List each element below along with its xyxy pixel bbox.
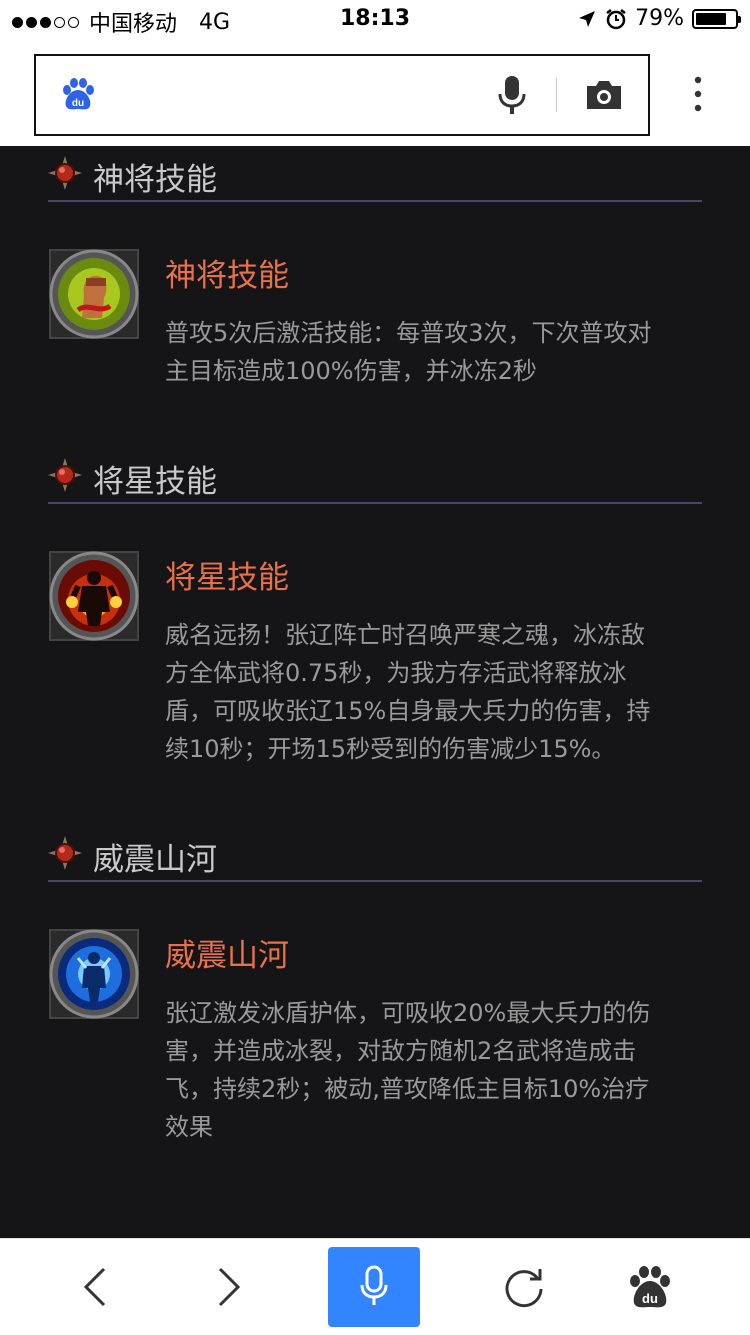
skill-description: 普攻5次后激活技能：每普攻3次，下次普攻对 主目标造成100%伤害，并冰冻2秒 [165, 314, 695, 390]
baidu-home-icon[interactable]: du [626, 1263, 674, 1311]
red-gem-icon [48, 836, 82, 870]
microphone-icon[interactable] [496, 74, 528, 116]
status-bar: 中国移动 4G 18:13 79% [0, 0, 750, 40]
skill-description: 威名远扬！张辽阵亡时召唤严寒之魂，冰冻敌 方全体武将0.75秒，为我方存活武将释… [165, 616, 695, 768]
baidu-logo-text: du [72, 98, 84, 109]
skill-name: 神将技能 [165, 258, 289, 294]
description-line: 续10秒；开场15秒受到的伤害减少15%。 [165, 735, 616, 763]
ice-shield-skill-icon [49, 929, 139, 1019]
more-menu-icon[interactable] [686, 74, 710, 114]
bottom-toolbar: du [0, 1238, 750, 1335]
red-gem-icon [48, 458, 82, 492]
page-content: 神将技能 神将技能 普攻5次后激活技能：每普攻3次，下次普攻对 主目标造成100… [0, 146, 750, 1238]
section-title: 神将技能 [93, 162, 217, 198]
refresh-icon[interactable] [500, 1263, 548, 1311]
battery-percent: 79% [635, 6, 684, 31]
skill-section: 威震山河 威震山河 张辽激发冰盾护体，可吸收20%最大兵力的伤 害，并造成冰裂，… [48, 826, 702, 1141]
description-line: 害，并造成冰裂，对敌方随机2名武将造成击 [165, 1037, 637, 1065]
status-right: 79% [577, 6, 741, 31]
description-line: 主目标造成100%伤害，并冰冻2秒 [165, 357, 537, 385]
section-header: 将星技能 [48, 448, 702, 504]
red-gem-icon [48, 156, 82, 190]
fire-warrior-skill-icon [49, 551, 139, 641]
voice-search-button[interactable] [328, 1247, 420, 1327]
description-line: 普攻5次后激活技能：每普攻3次，下次普攻对 [165, 319, 652, 347]
battery-fill [696, 12, 727, 25]
skill-section: 将星技能 将星技能 威名远扬！张辽阵亡时召唤严寒之魂，冰冻敌 方全体武将0.75… [48, 448, 702, 763]
description-line: 张辽激发冰盾护体，可吸收20%最大兵力的伤 [165, 999, 651, 1027]
section-title: 将星技能 [93, 464, 217, 500]
skill-name: 威震山河 [165, 938, 289, 974]
forward-arrow-icon[interactable] [204, 1263, 252, 1311]
baidu-logo-icon[interactable]: du [60, 76, 96, 112]
alarm-icon [606, 8, 626, 29]
skill-description: 张辽激发冰盾护体，可吸收20%最大兵力的伤 害，并造成冰裂，对敌方随机2名武将造… [165, 994, 695, 1146]
description-line: 盾，可吸收张辽15%自身最大兵力的伤害，持 [165, 697, 651, 725]
description-line: 威名远扬！张辽阵亡时召唤严寒之魂，冰冻敌 [165, 621, 645, 649]
browser-toolbar: du [0, 40, 750, 146]
description-line: 方全体武将0.75秒，为我方存活武将释放冰 [165, 659, 627, 687]
skill-name: 将星技能 [165, 560, 289, 596]
search-box[interactable]: du [34, 54, 650, 136]
microphone-icon [360, 1265, 388, 1305]
section-header: 神将技能 [48, 146, 702, 202]
toolbar-divider [556, 78, 557, 112]
section-header: 威震山河 [48, 826, 702, 882]
battery-icon [692, 8, 741, 29]
description-line: 飞，持续2秒；被动,普攻降低主目标10%治疗 [165, 1075, 650, 1103]
back-arrow-icon[interactable] [72, 1263, 120, 1311]
section-title: 威震山河 [93, 842, 217, 878]
baidu-logo-text: du [642, 1291, 658, 1306]
location-arrow-icon [579, 10, 596, 27]
description-line: 效果 [165, 1113, 213, 1141]
raised-fist-skill-icon [49, 249, 139, 339]
skill-section: 神将技能 神将技能 普攻5次后激活技能：每普攻3次，下次普攻对 主目标造成100… [48, 146, 702, 385]
camera-icon[interactable] [584, 78, 624, 112]
